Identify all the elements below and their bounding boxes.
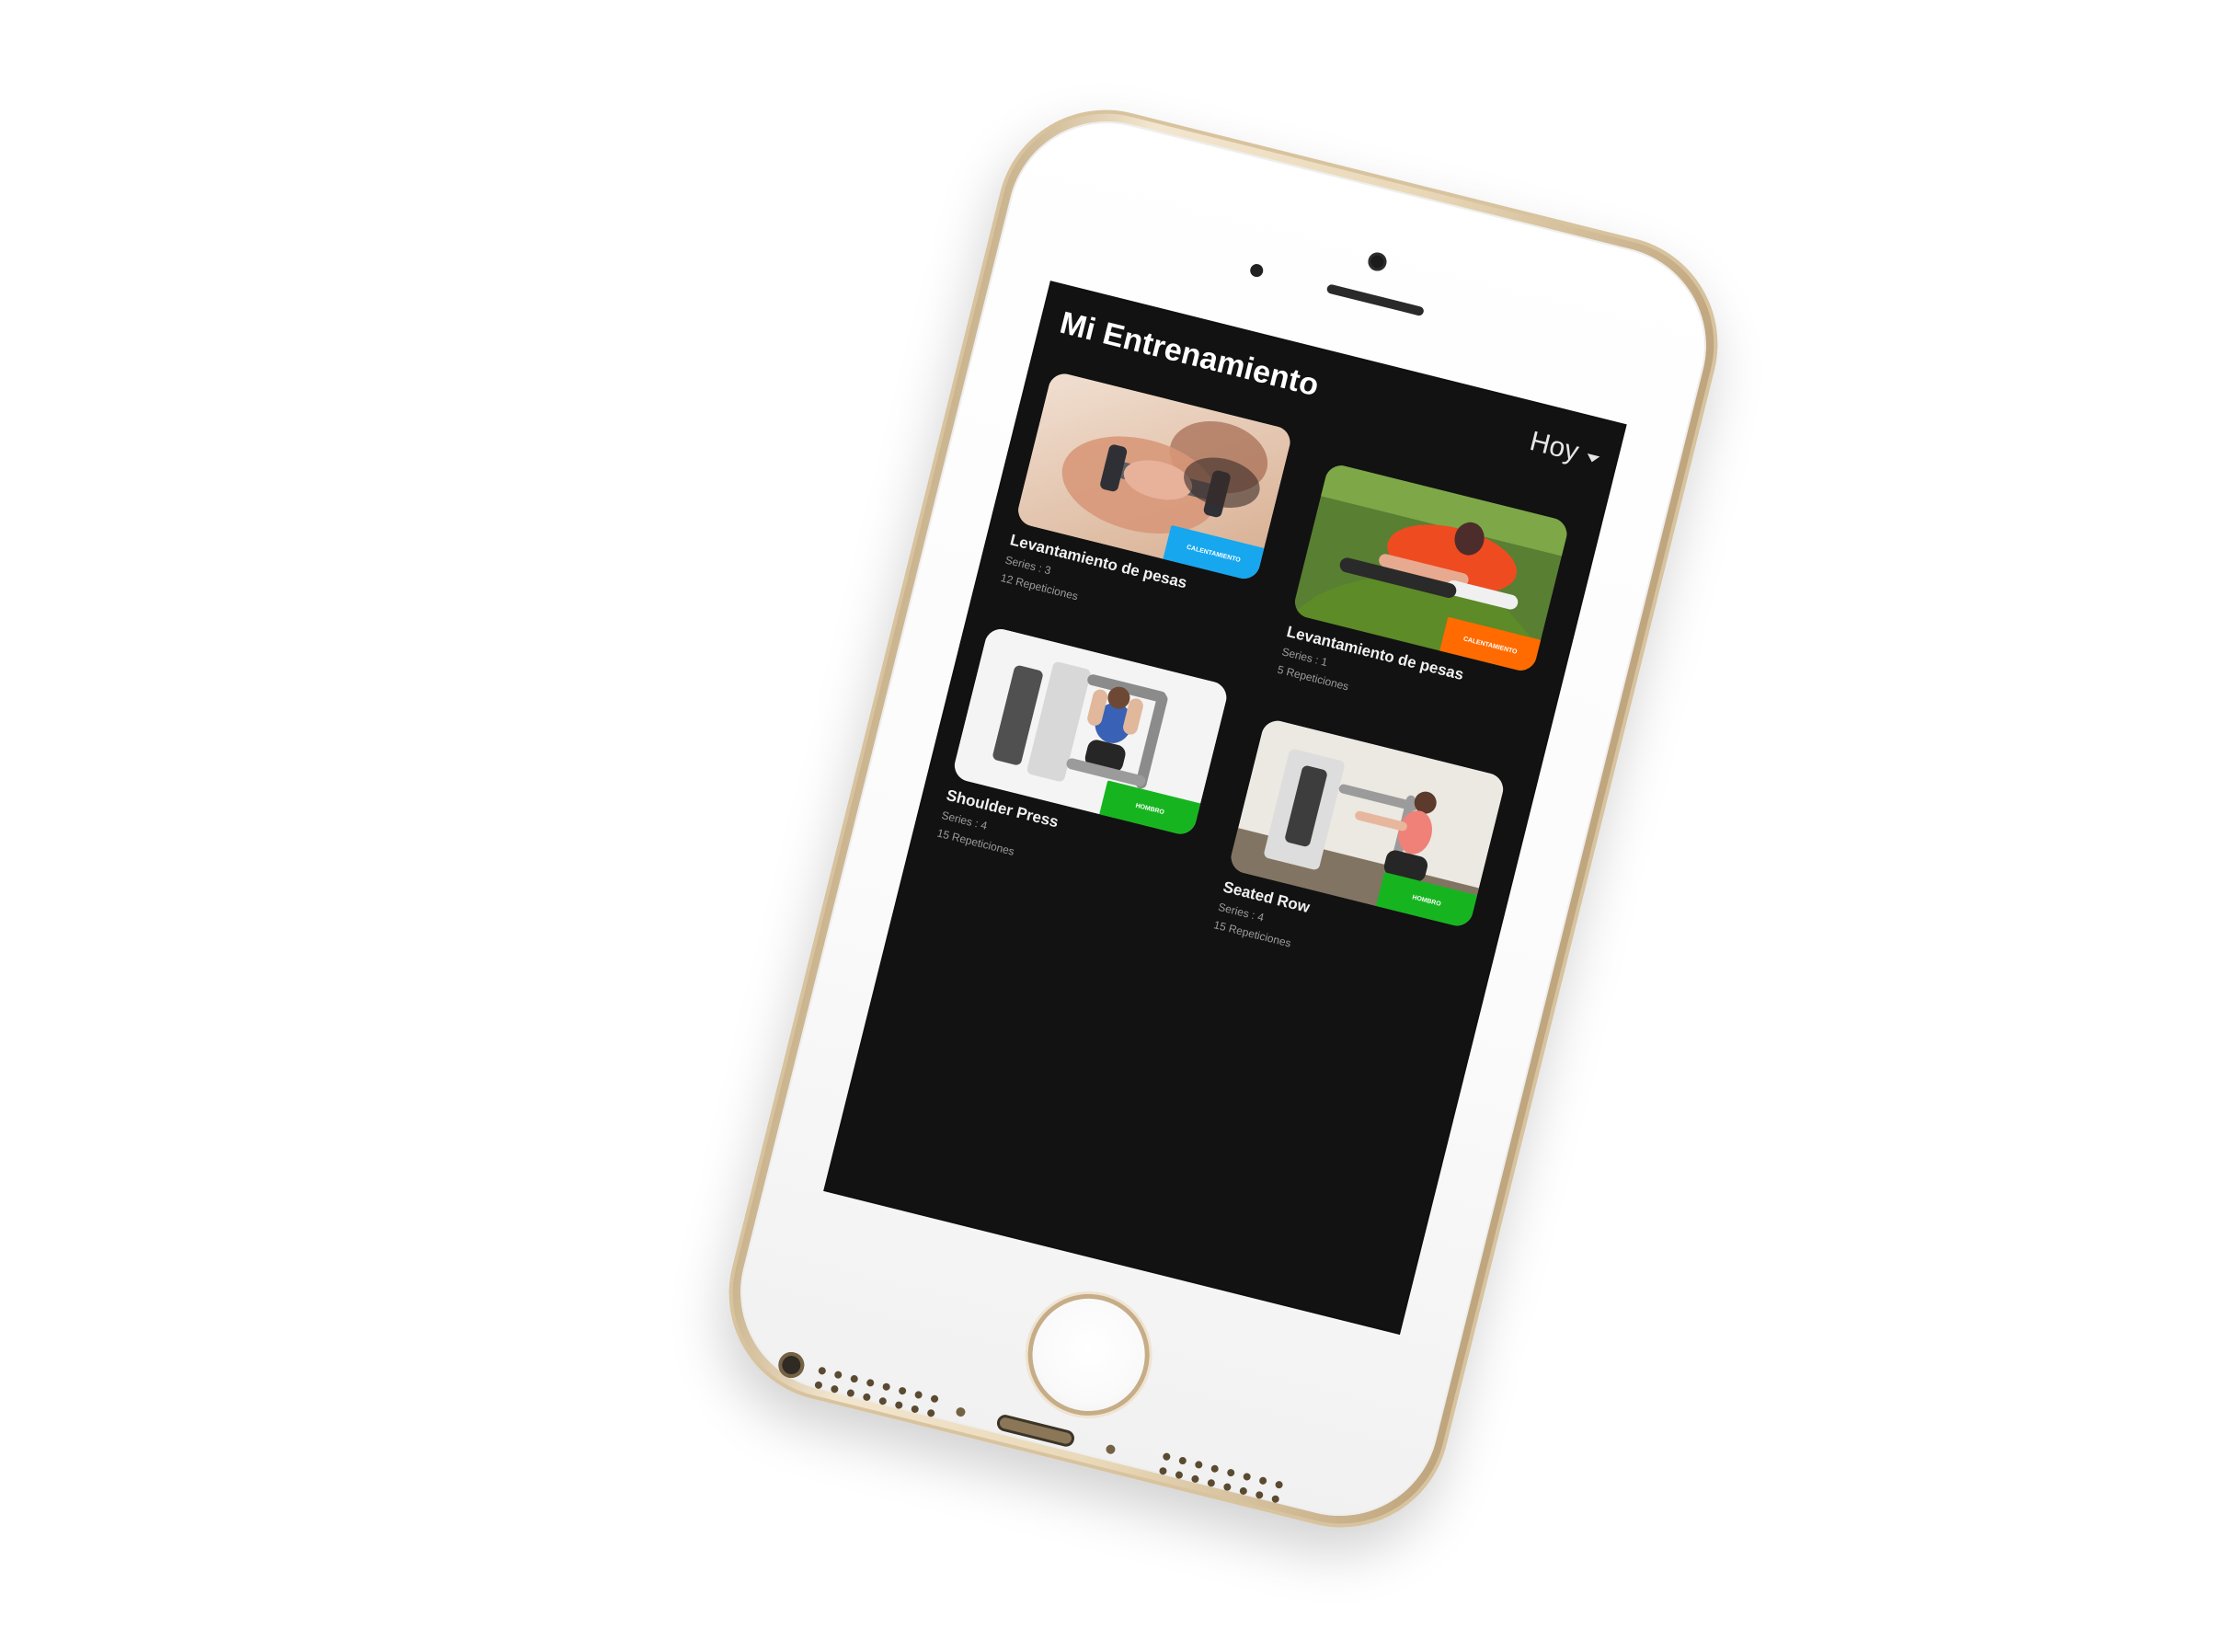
device-stage: Mi Entrenamiento Hoy CALENTAMIENTO Levan…	[0, 0, 2213, 1652]
bottom-screw	[955, 1406, 967, 1418]
grille-hole	[1177, 1456, 1187, 1465]
workout-card[interactable]: CALENTAMIENTO Levantamiento de pesas Ser…	[1276, 462, 1571, 736]
grille-hole	[1270, 1494, 1280, 1504]
grille-hole	[1274, 1480, 1284, 1490]
grille-hole	[817, 1366, 827, 1376]
period-label: Hoy	[1526, 426, 1582, 468]
grille-hole	[1210, 1463, 1220, 1474]
grille-hole	[830, 1384, 840, 1394]
caret-down-icon	[1585, 453, 1600, 464]
grille-hole	[1258, 1475, 1267, 1486]
grille-hole	[866, 1378, 876, 1388]
grille-hole	[1222, 1482, 1233, 1492]
grille-hole	[910, 1405, 920, 1414]
grille-hole	[849, 1374, 859, 1383]
grille-hole	[862, 1393, 872, 1402]
grille-hole	[930, 1394, 939, 1404]
grille-hole	[881, 1382, 891, 1392]
workout-grid: CALENTAMIENTO Levantamiento de pesas Ser…	[861, 370, 1582, 1270]
app-screen: Mi Entrenamiento Hoy CALENTAMIENTO Levan…	[825, 282, 1625, 1333]
grille-hole	[1190, 1474, 1200, 1484]
grille-hole	[913, 1390, 923, 1400]
grille-hole	[1255, 1490, 1265, 1500]
grille-hole	[846, 1388, 855, 1398]
device-face: Mi Entrenamiento Hoy CALENTAMIENTO Levan…	[719, 100, 1727, 1537]
grille-hole	[814, 1380, 823, 1390]
speaker-grille-left	[813, 1366, 943, 1422]
bottom-screw	[1105, 1443, 1117, 1455]
grille-hole	[894, 1400, 904, 1410]
grille-hole	[1175, 1470, 1184, 1480]
proximity-sensor	[1248, 262, 1265, 279]
grille-hole	[1207, 1478, 1216, 1488]
grille-hole	[1194, 1460, 1204, 1470]
speaker-grille-right	[1158, 1451, 1288, 1509]
iphone-device: Mi Entrenamiento Hoy CALENTAMIENTO Levan…	[705, 86, 1741, 1551]
headphone-jack	[775, 1349, 808, 1381]
grille-hole	[926, 1408, 936, 1418]
workout-card[interactable]: HOMBRO Seated Row Series : 4 15 Repetici…	[1212, 717, 1507, 992]
grille-hole	[1226, 1468, 1236, 1477]
charging-port	[995, 1413, 1076, 1449]
grille-hole	[833, 1370, 843, 1380]
grille-hole	[877, 1396, 888, 1406]
workout-card[interactable]: CALENTAMIENTO Levantamiento de pesas Ser…	[999, 370, 1294, 645]
front-camera	[1366, 250, 1389, 273]
grille-hole	[1242, 1472, 1252, 1482]
period-selector[interactable]: Hoy	[1527, 426, 1603, 474]
workout-card[interactable]: HOMBRO Shoulder Press Series : 4 15 Repe…	[935, 625, 1231, 900]
grille-hole	[1162, 1451, 1172, 1462]
grille-hole	[1158, 1466, 1168, 1476]
earpiece-speaker	[1325, 283, 1425, 317]
home-button-icon[interactable]	[1020, 1286, 1157, 1423]
grille-hole	[1238, 1486, 1248, 1496]
grille-hole	[898, 1386, 907, 1395]
